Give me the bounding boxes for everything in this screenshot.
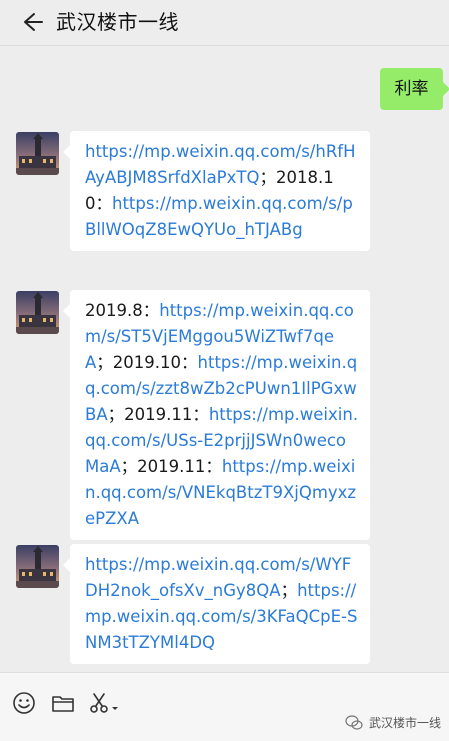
emoji-icon[interactable] — [12, 691, 38, 717]
chat-title: 武汉楼市一线 — [56, 10, 179, 34]
sent-message-bubble[interactable]: 利率 — [380, 68, 449, 110]
chat-header: 武汉楼市一线 — [0, 0, 449, 46]
message-text: ；2019.11： — [120, 457, 222, 476]
message-list[interactable]: 利率 https://mp.weixin.qq.com/s/hRfHAyABJM… — [0, 47, 449, 671]
received-message-bubble[interactable]: https://mp.weixin.qq.com/s/WYFDH2nok_ofs… — [63, 544, 370, 664]
message-text: ； — [280, 581, 298, 600]
avatar[interactable] — [16, 545, 59, 588]
folder-icon[interactable] — [51, 691, 77, 717]
received-message-bubble[interactable]: 2019.8：https://mp.weixin.qq.com/s/ST5VjE… — [63, 290, 370, 540]
received-message-bubble[interactable]: https://mp.weixin.qq.com/s/hRfHAyABJM8Sr… — [63, 131, 370, 251]
wechat-logo-icon — [345, 715, 363, 731]
message-link[interactable]: https://mp.weixin.qq.com/s/pBllWOqZ8EwQY… — [85, 194, 353, 239]
message-text: 2019.8： — [85, 301, 160, 320]
message-text: ；2019.11： — [107, 405, 209, 424]
avatar[interactable] — [16, 132, 59, 175]
watermark-text: 武汉楼市一线 — [369, 716, 442, 730]
message-text: ；2019.10： — [96, 353, 198, 372]
avatar[interactable] — [16, 291, 59, 334]
input-toolbar: 武汉楼市一线 — [0, 672, 449, 741]
dropdown-arrow-icon[interactable] — [110, 699, 120, 710]
back-arrow-icon[interactable] — [22, 11, 44, 33]
message-text: ； — [259, 168, 276, 187]
